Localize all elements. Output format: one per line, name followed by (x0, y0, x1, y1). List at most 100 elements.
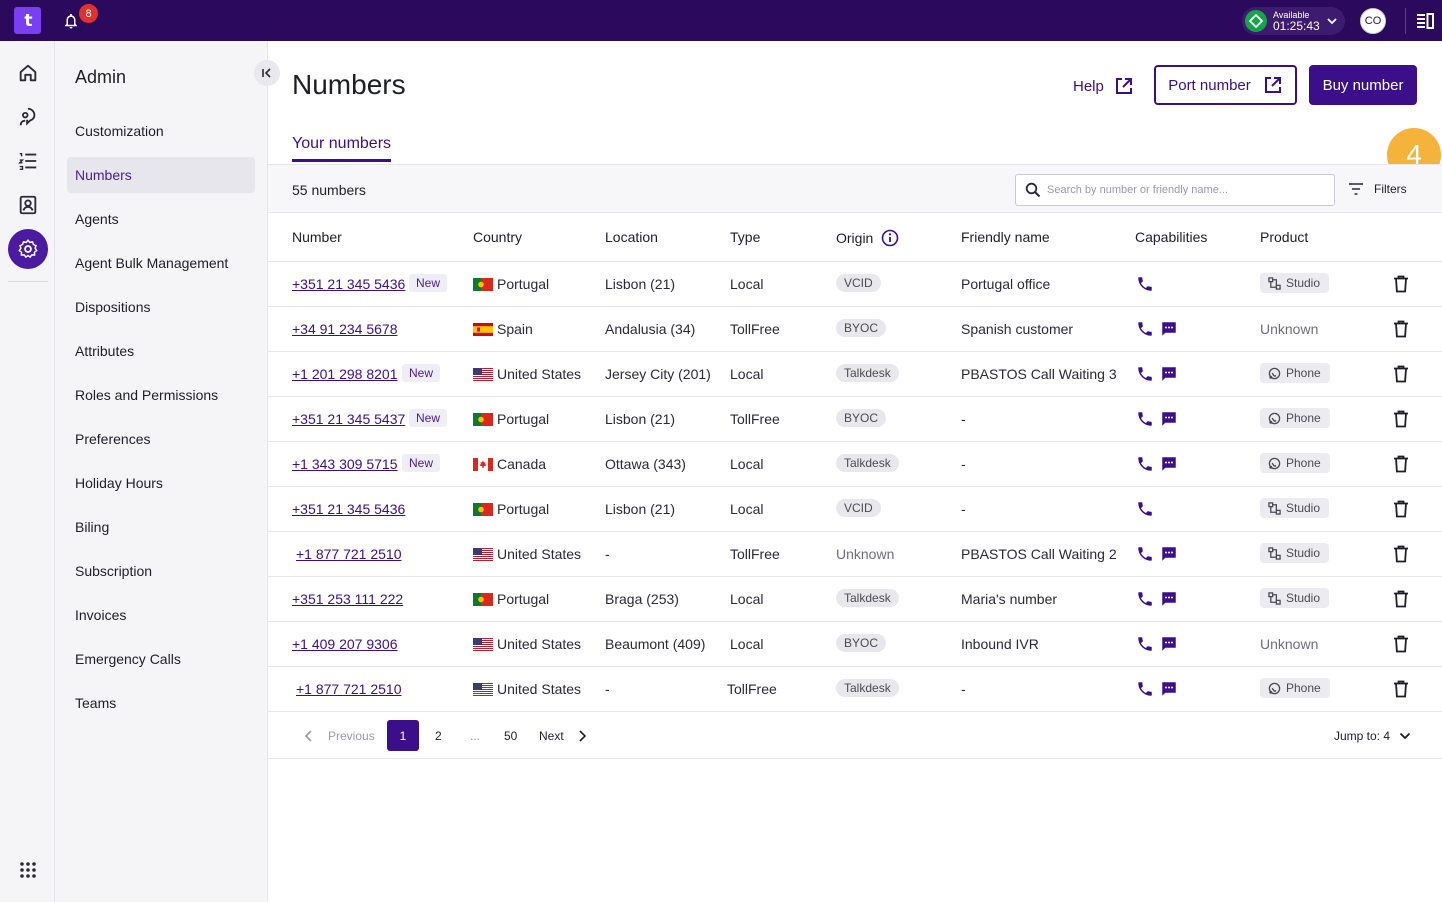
table-row[interactable]: +1 877 721 2510 United States - TollFree Tal… (268, 667, 1442, 712)
apps-grid-icon[interactable] (16, 858, 40, 882)
table-row[interactable]: +1 201 298 8201 New United States Jersey Ci… (268, 352, 1442, 397)
friendly-name-cell: Inbound IVR (961, 636, 1039, 652)
delete-icon[interactable] (1393, 455, 1409, 478)
page-50-button[interactable]: 50 (504, 729, 517, 743)
home-icon[interactable] (16, 61, 40, 85)
sidebar-item-emergency-calls[interactable]: Emergency Calls (67, 641, 255, 677)
column-header-type[interactable]: Type (730, 229, 760, 245)
phone-number-link[interactable]: +351 21 345 5436 (292, 276, 405, 292)
column-header-friendly-name[interactable]: Friendly name (961, 229, 1050, 245)
notifications-bell-icon[interactable] (62, 11, 80, 31)
column-header-origin[interactable]: Origin (836, 229, 899, 247)
agent-status-dropdown[interactable]: Available 01:25:43 (1242, 7, 1345, 35)
search-box[interactable] (1015, 174, 1335, 206)
phone-number-link[interactable]: +351 21 345 5436 (292, 501, 405, 517)
column-header-number[interactable]: Number (292, 229, 342, 245)
sidebar-item-dispositions[interactable]: Dispositions (67, 289, 255, 325)
table-row[interactable]: +351 21 345 5437 New Portugal Lisbon (21) To… (268, 397, 1442, 442)
origin-badge: BYOC (836, 319, 887, 337)
sidebar-item-subscription[interactable]: Subscription (67, 553, 255, 589)
delete-icon[interactable] (1393, 590, 1409, 613)
chevron-down-icon[interactable] (1399, 730, 1411, 742)
delete-icon[interactable] (1393, 680, 1409, 703)
chevron-right-icon[interactable] (577, 730, 587, 742)
delete-icon[interactable] (1393, 545, 1409, 568)
location-cell: Lisbon (21) (605, 276, 676, 292)
table-row[interactable]: +34 91 234 5678 Spain Andalusia (34) TollFr… (268, 307, 1442, 352)
phone-number-link[interactable]: +34 91 234 5678 (292, 321, 398, 337)
table-row[interactable]: +351 253 111 222 Portugal Braga (253) Local… (268, 577, 1442, 622)
phone-number-link[interactable]: +1 409 207 9306 (292, 636, 398, 652)
help-label: Help (1073, 77, 1104, 95)
sidebar-title: Admin (75, 67, 127, 87)
delete-icon[interactable] (1393, 320, 1409, 343)
country-name: United States (497, 636, 582, 652)
page-1-button[interactable]: 1 (387, 720, 419, 751)
table-row[interactable]: +1 343 309 5715 New Canada Ottawa (343) Loca… (268, 442, 1442, 487)
talkdesk-logo[interactable]: t (14, 7, 41, 34)
sms-capability-icon (1160, 410, 1178, 433)
previous-page-button[interactable]: Previous (328, 729, 375, 743)
phone-number-link[interactable]: +1 877 721 2510 (296, 546, 402, 562)
friendly-name-cell: Spanish customer (961, 321, 1074, 337)
side-panel-toggle[interactable] (1405, 8, 1435, 34)
table-toolbar: 55 numbers Filters (268, 164, 1442, 213)
product-label: Studio (1286, 591, 1321, 605)
table-row[interactable]: +1 877 721 2510 United States - TollFree Unk… (268, 532, 1442, 577)
column-header-product[interactable]: Product (1260, 229, 1308, 245)
tab-your-numbers[interactable]: Your numbers (292, 135, 392, 162)
status-timer: 01:25:43 (1273, 19, 1320, 33)
sidebar-item-invoices[interactable]: Invoices (67, 597, 255, 633)
voice-capability-icon (1136, 590, 1154, 613)
conversations-icon[interactable] (16, 105, 40, 129)
column-header-location[interactable]: Location (605, 229, 658, 245)
delete-icon[interactable] (1393, 365, 1409, 388)
delete-icon[interactable] (1393, 410, 1409, 433)
port-number-button[interactable]: Port number (1154, 65, 1297, 105)
phone-number-link[interactable]: +351 21 345 5437 (292, 411, 405, 427)
column-header-country[interactable]: Country (473, 229, 522, 245)
country-name: Portugal (497, 591, 550, 607)
sidebar-item-agents[interactable]: Agents (67, 201, 255, 237)
user-avatar[interactable]: CO (1360, 8, 1386, 34)
jump-to-page-select[interactable]: Jump to: 4 (1334, 729, 1390, 743)
delete-icon[interactable] (1393, 500, 1409, 523)
settings-icon[interactable] (8, 229, 48, 269)
chevron-left-icon[interactable] (304, 730, 314, 742)
sidebar-item-customization[interactable]: Customization (67, 113, 255, 149)
column-header-capabilities[interactable]: Capabilities (1135, 229, 1207, 245)
delete-icon[interactable] (1393, 275, 1409, 298)
phone-product-icon (1268, 682, 1281, 695)
delete-icon[interactable] (1393, 635, 1409, 658)
sidebar-item-roles-and-permissions[interactable]: Roles and Permissions (67, 377, 255, 413)
table-row[interactable]: +351 21 345 5436 Portugal Lisbon (21) Local… (268, 487, 1442, 532)
sidebar-item-biling[interactable]: Biling (67, 509, 255, 545)
phone-number-link[interactable]: +1 343 309 5715 (292, 456, 398, 472)
filters-button[interactable]: Filters (1348, 182, 1407, 196)
phone-number-link[interactable]: +351 253 111 222 (292, 591, 403, 607)
help-link[interactable]: Help (1073, 76, 1134, 96)
product-label: Studio (1286, 501, 1321, 515)
sidebar-item-holiday-hours[interactable]: Holiday Hours (67, 465, 255, 501)
list-icon[interactable] (16, 149, 40, 173)
phone-number-link[interactable]: +1 201 298 8201 (292, 366, 398, 382)
page-2-button[interactable]: 2 (435, 729, 442, 743)
sidebar-item-teams[interactable]: Teams (67, 685, 255, 721)
country-cell: Portugal (473, 276, 549, 292)
sidebar-item-attributes[interactable]: Attributes (67, 333, 255, 369)
next-page-button[interactable]: Next (539, 729, 564, 743)
search-input[interactable] (1047, 184, 1317, 196)
logo-text: t (24, 10, 33, 31)
buy-number-button[interactable]: Buy number (1309, 65, 1417, 105)
sidebar-item-agent-bulk-management[interactable]: Agent Bulk Management (67, 245, 255, 281)
table-row[interactable]: +1 409 207 9306 United States Beaumont (40… (268, 622, 1442, 667)
phone-number-link[interactable]: +1 877 721 2510 (296, 681, 402, 697)
product-badge: Phone (1260, 363, 1330, 383)
sidebar-item-numbers[interactable]: Numbers (67, 157, 255, 193)
info-icon[interactable] (881, 229, 899, 247)
top-bar: t 8 Available 01:25:43 CO (0, 0, 1442, 41)
table-row[interactable]: +351 21 345 5436 New Portugal Lisbon (21) Lo… (268, 262, 1442, 307)
sidebar-item-preferences[interactable]: Preferences (67, 421, 255, 457)
type-cell: TollFree (730, 411, 780, 427)
contacts-icon[interactable] (16, 193, 40, 217)
